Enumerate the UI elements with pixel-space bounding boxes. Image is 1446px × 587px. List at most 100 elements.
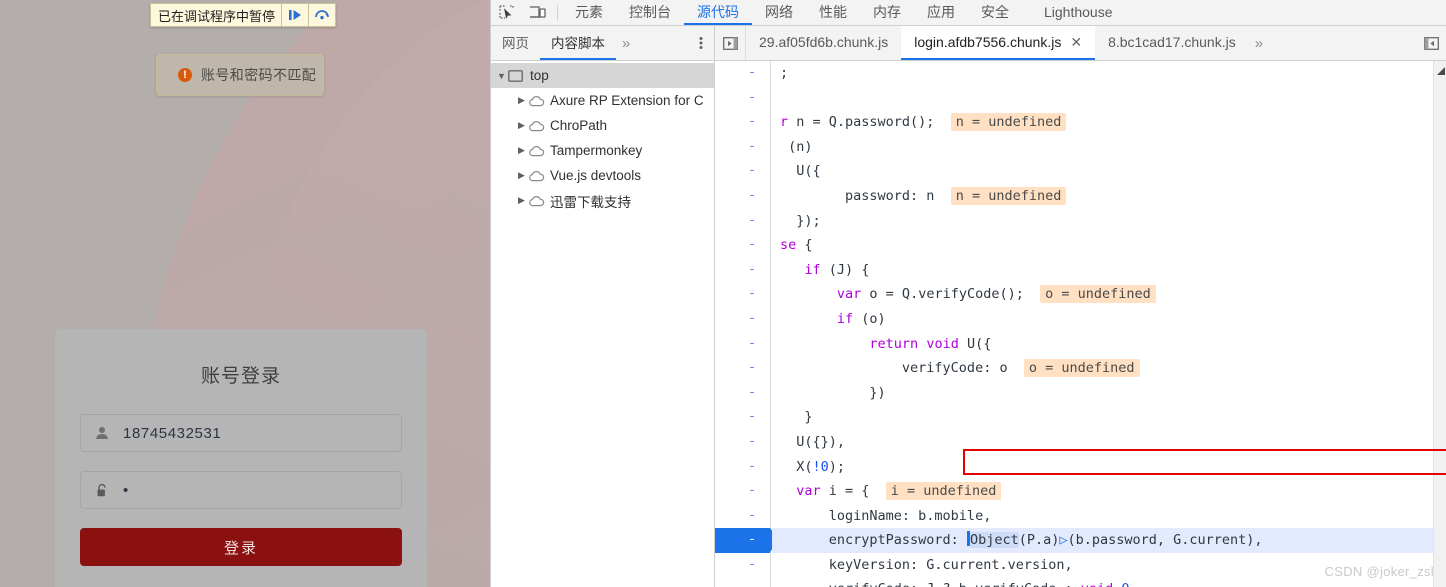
file-tab-0[interactable]: 29.af05fd6b.chunk.js	[746, 26, 901, 60]
tree-label-chropath: ChroPath	[550, 118, 608, 133]
chevron-down-icon[interactable]: ▼	[495, 71, 508, 81]
tree-label-axure: Axure RP Extension for C	[550, 93, 704, 108]
navigator-more-icon[interactable]: »	[616, 26, 636, 60]
gutter-line-mark[interactable]: -	[715, 577, 770, 587]
code-line[interactable]: r n = Q.password(); n = undefined	[772, 110, 1446, 135]
code-line[interactable]: var o = Q.verifyCode(); o = undefined	[772, 282, 1446, 307]
error-exclamation-icon: !	[178, 68, 192, 82]
tree-row-axure[interactable]: ▶ Axure RP Extension for C	[491, 88, 714, 113]
gutter-line-mark[interactable]: -	[715, 553, 770, 578]
devtools-panel: 元素 控制台 源代码 网络 性能 内存 应用 安全 Lighthouse 网页 …	[490, 0, 1446, 587]
code-line[interactable]: });	[772, 209, 1446, 234]
resume-script-icon[interactable]	[282, 4, 308, 26]
gutter-line-mark[interactable]: -	[715, 455, 770, 480]
device-toolbar-icon[interactable]	[522, 0, 553, 25]
code-line[interactable]: }	[772, 405, 1446, 430]
tab-security[interactable]: 安全	[968, 0, 1022, 25]
file-tabs-more-icon[interactable]: »	[1249, 26, 1269, 60]
tab-sources[interactable]: 源代码	[684, 0, 752, 25]
tab-elements[interactable]: 元素	[562, 0, 616, 25]
tab-console[interactable]: 控制台	[616, 0, 684, 25]
tree-row-top[interactable]: ▼ top	[491, 63, 714, 88]
code-line[interactable]: (n)	[772, 135, 1446, 160]
gutter-line-mark[interactable]: -	[715, 504, 770, 529]
gutter-line-mark[interactable]: -	[715, 110, 770, 135]
chevron-right-icon[interactable]: ▶	[515, 95, 528, 106]
file-tab-2[interactable]: 8.bc1cad17.chunk.js	[1095, 26, 1249, 60]
tree-row-xunlei[interactable]: ▶ 迅雷下载支持	[491, 188, 714, 213]
gutter-line-mark[interactable]: -	[715, 258, 770, 283]
code-line[interactable]: U({	[772, 159, 1446, 184]
gutter-line-mark[interactable]: -	[715, 405, 770, 430]
code-line[interactable]: if (o)	[772, 307, 1446, 332]
gutter-line-mark[interactable]: -	[715, 159, 770, 184]
tree-label-tampermonkey: Tampermonkey	[550, 143, 643, 158]
show-navigator-icon[interactable]	[715, 26, 746, 60]
tab-lighthouse[interactable]: Lighthouse	[1022, 0, 1126, 25]
password-field[interactable]: •	[80, 471, 402, 509]
gutter-line-mark[interactable]: -	[715, 86, 770, 111]
tree-row-chropath[interactable]: ▶ ChroPath	[491, 113, 714, 138]
login-submit-button[interactable]: 登录	[80, 528, 402, 566]
code-line[interactable]: password: n n = undefined	[772, 184, 1446, 209]
toolbar-divider	[557, 5, 558, 20]
gutter-line-mark[interactable]: -	[715, 332, 770, 357]
chevron-right-icon[interactable]: ▶	[515, 195, 528, 206]
error-toast: ! 账号和密码不匹配	[156, 54, 324, 96]
inline-debug-value: n = undefined	[950, 113, 1067, 132]
tab-network[interactable]: 网络	[752, 0, 806, 25]
gutter-line-mark[interactable]: -	[715, 307, 770, 332]
tab-performance[interactable]: 性能	[806, 0, 860, 25]
editor-vertical-scrollbar[interactable]	[1433, 61, 1446, 587]
editor-code-area[interactable]: ; r n = Q.password(); n = undefined (n) U…	[771, 61, 1446, 587]
gutter-execution-marker[interactable]: -	[715, 528, 779, 553]
code-line[interactable]: se {	[772, 233, 1446, 258]
code-line[interactable]: })	[772, 381, 1446, 406]
code-line[interactable]	[772, 86, 1446, 111]
gutter-line-mark[interactable]: -	[715, 61, 770, 86]
close-icon[interactable]: ✕	[1070, 35, 1082, 49]
code-line[interactable]: U({}),	[772, 430, 1446, 455]
code-line[interactable]: var i = { i = undefined	[772, 479, 1446, 504]
gutter-line-mark[interactable]: -	[715, 430, 770, 455]
tab-memory[interactable]: 内存	[860, 0, 914, 25]
show-debugger-icon[interactable]	[1416, 26, 1446, 60]
code-line[interactable]: return void U({	[772, 332, 1446, 357]
gutter-line-mark[interactable]: -	[715, 282, 770, 307]
chevron-right-icon[interactable]: ▶	[515, 145, 528, 156]
file-tab-1[interactable]: login.afdb7556.chunk.js ✕	[901, 26, 1096, 60]
code-line[interactable]: loginName: b.mobile,	[772, 504, 1446, 529]
code-line[interactable]: X(!0);	[772, 455, 1446, 480]
gutter-line-mark[interactable]: -	[715, 233, 770, 258]
code-line[interactable]: ;	[772, 61, 1446, 86]
file-tab-strip: 29.af05fd6b.chunk.js login.afdb7556.chun…	[715, 26, 1446, 60]
code-line-current[interactable]: encryptPassword: Object(P.a)▷(b.password…	[772, 528, 1446, 553]
tree-row-vuejs-devtools[interactable]: ▶ Vue.js devtools	[491, 163, 714, 188]
chevron-right-icon[interactable]: ▶	[515, 120, 528, 131]
username-field[interactable]: 18745432531	[80, 414, 402, 452]
file-tab-1-label: login.afdb7556.chunk.js	[914, 34, 1062, 50]
gutter-line-mark[interactable]: -	[715, 381, 770, 406]
debugger-paused-banner: 已在调试程序中暂停	[150, 3, 337, 27]
chevron-right-icon[interactable]: ▶	[515, 170, 528, 181]
tree-label-xunlei: 迅雷下载支持	[550, 194, 631, 210]
gutter-line-mark[interactable]: -	[715, 356, 770, 381]
sources-sub-toolbar: 网页 内容脚本 » 29.af05fd6b.chunk.js login.afd…	[491, 26, 1446, 61]
inspect-element-icon[interactable]	[491, 0, 522, 25]
inline-debug-value: o = undefined	[1040, 285, 1156, 304]
tab-application[interactable]: 应用	[914, 0, 968, 25]
gutter-line-mark[interactable]: -	[715, 209, 770, 234]
navigator-tree: ▼ top ▶ Axure RP Extension for C ▶ ChroP…	[491, 61, 715, 587]
user-icon	[95, 426, 113, 440]
navigator-tab-content-scripts[interactable]: 内容脚本	[540, 26, 616, 60]
gutter-line-mark[interactable]: -	[715, 184, 770, 209]
gutter-line-mark[interactable]: -	[715, 135, 770, 160]
gutter-line-mark[interactable]: -	[715, 479, 770, 504]
tree-row-tampermonkey[interactable]: ▶ Tampermonkey	[491, 138, 714, 163]
code-line[interactable]: verifyCode: o o = undefined	[772, 356, 1446, 381]
navigator-kebab-icon[interactable]	[688, 26, 714, 60]
navigator-tab-page[interactable]: 网页	[491, 26, 540, 60]
code-line[interactable]: if (J) {	[772, 258, 1446, 283]
step-over-icon[interactable]	[309, 4, 335, 26]
debugger-paused-label: 已在调试程序中暂停	[158, 8, 276, 24]
